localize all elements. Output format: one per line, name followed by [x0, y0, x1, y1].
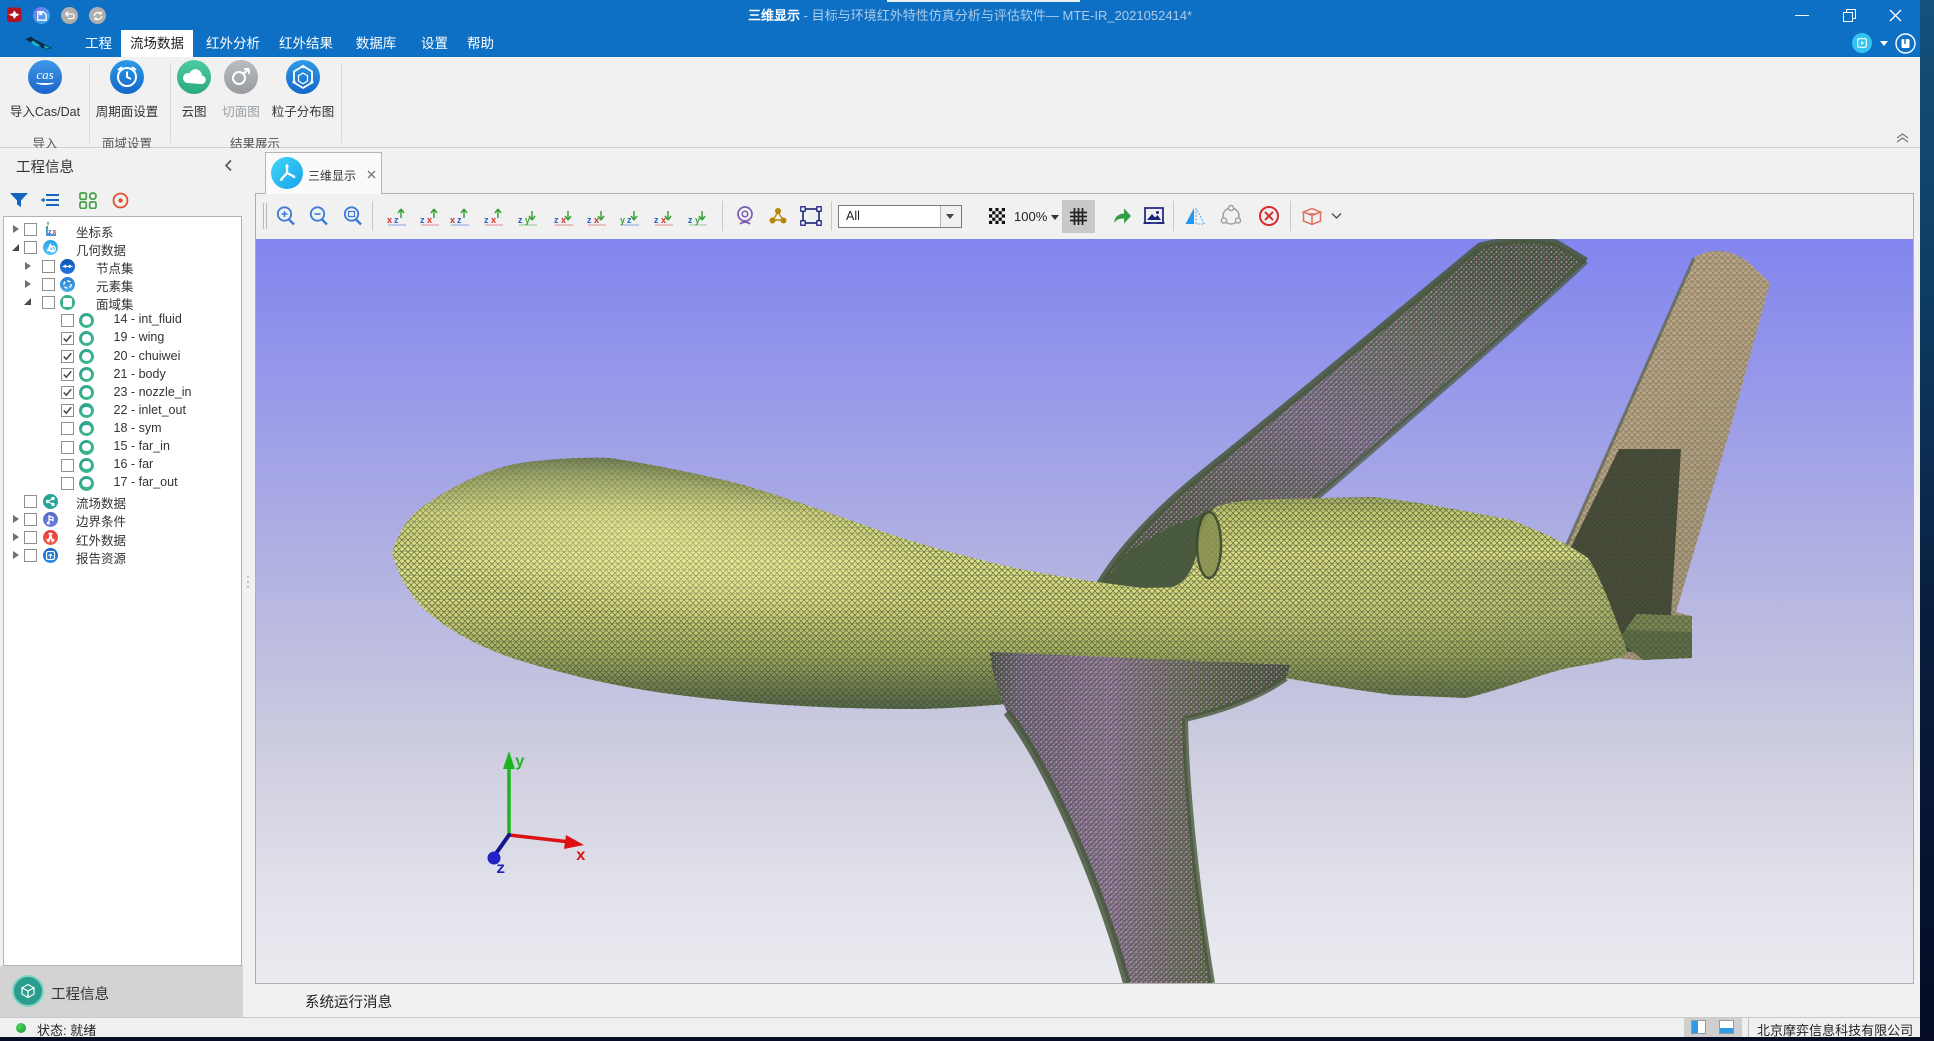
svg-text:z: z	[48, 229, 52, 236]
svg-text:z: z	[518, 215, 523, 225]
svg-text:z: z	[587, 215, 592, 225]
svg-text:z: z	[457, 215, 462, 225]
svg-text:z: z	[496, 860, 506, 878]
svg-text:x: x	[427, 215, 432, 225]
svg-text:x: x	[53, 229, 57, 236]
svg-text:z: z	[420, 215, 425, 225]
svg-text:z: z	[394, 215, 399, 225]
svg-text:x: x	[491, 215, 496, 225]
svg-text:Y: Y	[46, 222, 50, 228]
svg-text:y: y	[515, 753, 525, 771]
svg-text:z: z	[554, 215, 559, 225]
svg-text:z: z	[688, 215, 693, 225]
svg-text:z: z	[654, 215, 659, 225]
svg-text:x: x	[387, 215, 392, 225]
svg-text:z: z	[484, 215, 489, 225]
svg-text:y: y	[620, 215, 625, 225]
svg-text:x: x	[576, 847, 586, 865]
svg-text:x: x	[450, 215, 455, 225]
